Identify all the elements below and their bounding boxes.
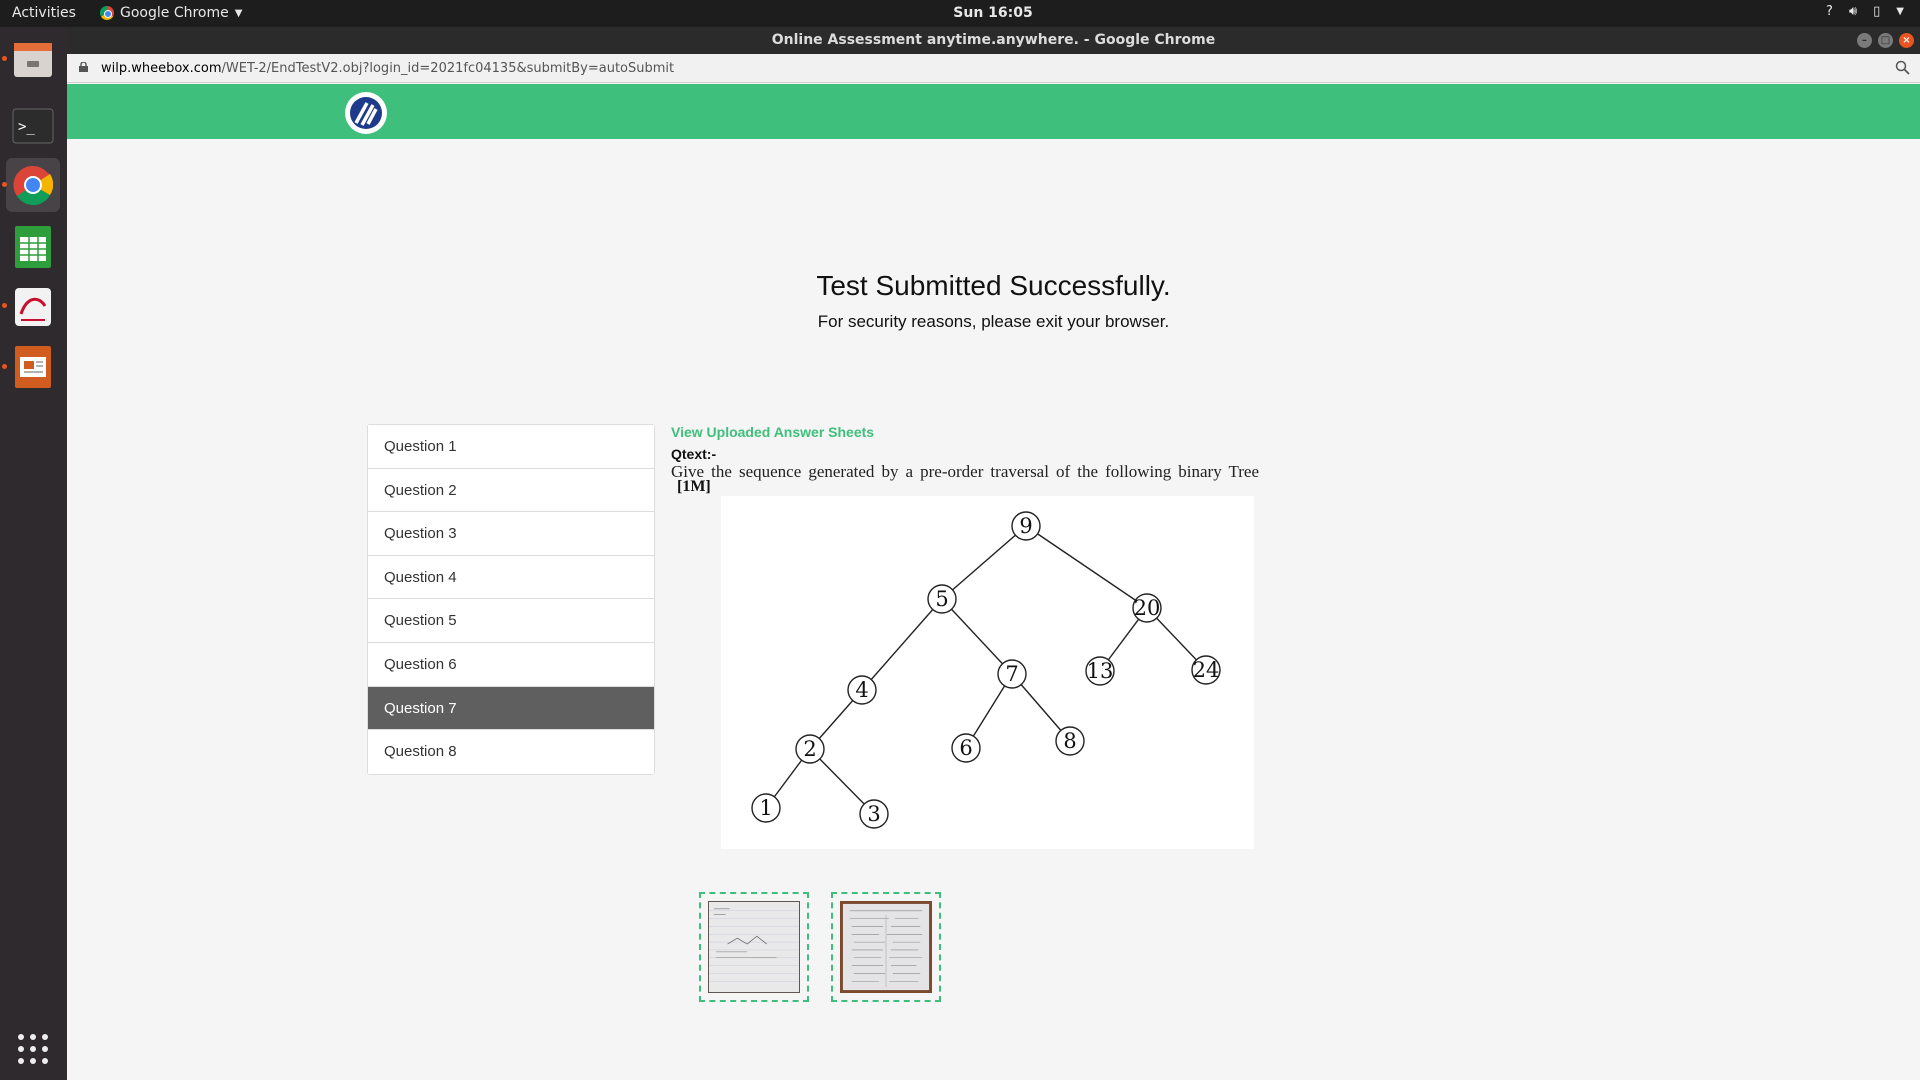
- svg-text:>_: >_: [18, 119, 35, 135]
- maximize-button[interactable]: □: [1878, 33, 1893, 48]
- question-item-2[interactable]: Question 2: [368, 468, 654, 513]
- url-text[interactable]: wilp.wheebox.com/WET-2/EndTestV2.obj?log…: [101, 61, 674, 76]
- window-titlebar[interactable]: Online Assessment anytime.anywhere. - Go…: [67, 27, 1920, 54]
- volume-icon[interactable]: 🔊︎: [1849, 4, 1857, 19]
- tree-node-label: 8: [1063, 729, 1076, 753]
- dock-show-apps[interactable]: [6, 1022, 60, 1076]
- page-content: Test Submitted Successfully. For securit…: [67, 84, 1920, 1080]
- question-item-4[interactable]: Question 4: [368, 555, 654, 600]
- tree-edge: [861, 598, 943, 691]
- tree-node-label: 13: [1087, 659, 1114, 683]
- tree-edge: [941, 598, 1013, 675]
- tree-node-label: 9: [1019, 514, 1032, 538]
- question-item-5[interactable]: Question 5: [368, 599, 654, 643]
- tree-node-label: 2: [803, 737, 816, 761]
- answer-sheet-image: [840, 901, 932, 993]
- clock[interactable]: Sun 16:05: [0, 5, 1920, 21]
- tree-edge: [1025, 525, 1148, 609]
- answer-sheet-thumbnail[interactable]: [699, 892, 809, 1002]
- spreadsheet-icon: [15, 226, 51, 268]
- tree-node-label: 5: [935, 587, 948, 611]
- tree-node-label: 24: [1193, 658, 1220, 682]
- chrome-icon: [13, 165, 53, 205]
- chevron-down-icon[interactable]: ▼: [1896, 6, 1904, 17]
- answer-sheet-image: [708, 901, 800, 993]
- question-item-6[interactable]: Question 6: [368, 642, 654, 687]
- address-bar[interactable]: wilp.wheebox.com/WET-2/EndTestV2.obj?log…: [67, 54, 1920, 83]
- tree-node-label: 3: [867, 802, 880, 826]
- dock-spreadsheet[interactable]: [6, 220, 60, 274]
- tree-node-label: 7: [1005, 662, 1018, 686]
- question-item-8[interactable]: Question 8: [368, 730, 654, 774]
- dock-presentation[interactable]: [6, 340, 60, 394]
- qtext-label: Qtext:-: [671, 446, 717, 462]
- files-icon: [14, 43, 52, 77]
- minimize-button[interactable]: –: [1857, 33, 1872, 48]
- tree-edge: [941, 525, 1027, 600]
- url-path: /WET-2/EndTestV2.obj?login_id=2021fc0413…: [221, 61, 675, 76]
- gnome-top-bar: Activities Google Chrome ▼ Sun 16:05 ? 🔊…: [0, 0, 1920, 27]
- lock-icon: [79, 62, 88, 72]
- question-list: Question 1 Question 2 Question 3 Question 4…: [367, 424, 655, 775]
- header-bar: [67, 84, 1920, 139]
- tree-node-label: 1: [759, 796, 772, 820]
- terminal-icon: >_: [12, 108, 54, 144]
- dock-chrome[interactable]: [6, 158, 60, 212]
- dock-files[interactable]: [6, 32, 60, 86]
- zoom-icon[interactable]: [1895, 60, 1910, 75]
- question-item-7[interactable]: Question 7: [368, 686, 654, 731]
- page-title: Test Submitted Successfully.: [816, 270, 1171, 301]
- view-answer-sheets-link[interactable]: View Uploaded Answer Sheets: [671, 424, 874, 440]
- question-text: Give the sequence generated by a pre-ord…: [671, 462, 1259, 481]
- dock: >_: [0, 27, 67, 1080]
- battery-icon[interactable]: ▯: [1873, 4, 1880, 19]
- tree-node-label: 6: [959, 736, 972, 760]
- help-icon[interactable]: ?: [1826, 4, 1833, 19]
- answer-sheet-thumbnail[interactable]: [831, 892, 941, 1002]
- tree-node-label: 20: [1134, 596, 1161, 620]
- app-grid-icon: [18, 1034, 48, 1064]
- tree-node-label: 4: [855, 678, 868, 702]
- question-item-3[interactable]: Question 3: [368, 512, 654, 556]
- question-item-1[interactable]: Question 1: [368, 425, 654, 469]
- page-subtitle: For security reasons, please exit your b…: [817, 312, 1170, 331]
- question-marks: [1M]: [677, 478, 711, 495]
- wheebox-logo: [345, 92, 387, 134]
- close-button[interactable]: ×: [1899, 33, 1914, 48]
- presentation-icon: [15, 346, 51, 388]
- system-tray[interactable]: ? 🔊︎ ▯ ▼: [1826, 4, 1904, 19]
- binary-tree-figure: 95 2047 13 242 6 81 3: [721, 496, 1254, 849]
- pdf-viewer-icon: [15, 288, 51, 326]
- dock-pdf-viewer[interactable]: [6, 280, 60, 334]
- window-title: Online Assessment anytime.anywhere. - Go…: [771, 32, 1216, 48]
- url-host: wilp.wheebox.com: [101, 61, 222, 76]
- dock-terminal[interactable]: >_: [6, 99, 60, 153]
